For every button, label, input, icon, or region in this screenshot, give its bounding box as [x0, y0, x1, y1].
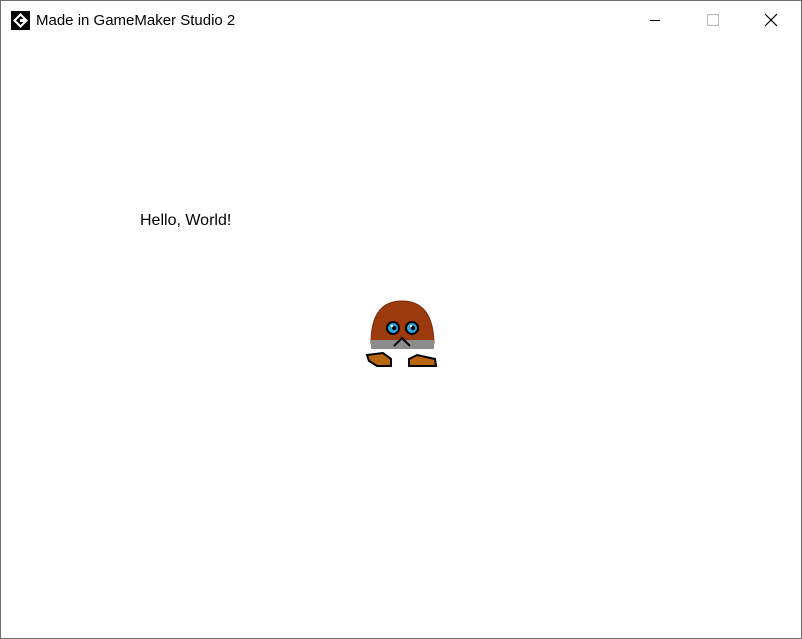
title-bar[interactable]: Made in GameMaker Studio 2: [1, 1, 801, 39]
minimize-button[interactable]: [632, 1, 678, 38]
hello-world-text: Hello, World!: [140, 212, 232, 229]
close-button[interactable]: [748, 1, 794, 38]
close-icon: [764, 13, 778, 26]
sprite-left-foot: [365, 351, 392, 367]
gamemaker-logo-icon: [11, 11, 30, 30]
sprite-right-foot: [408, 353, 438, 367]
sprite-belt: [371, 339, 434, 349]
sprite-body: [370, 300, 435, 344]
game-canvas[interactable]: Hello, World!: [1, 39, 801, 638]
maximize-icon: [707, 13, 719, 26]
window-title: Made in GameMaker Studio 2: [36, 12, 236, 29]
game-window: Made in GameMaker Studio 2 Hello, World!: [0, 0, 802, 639]
goomba-sprite: [365, 300, 438, 367]
minimize-icon: [650, 19, 660, 21]
maximize-button[interactable]: [690, 1, 736, 38]
